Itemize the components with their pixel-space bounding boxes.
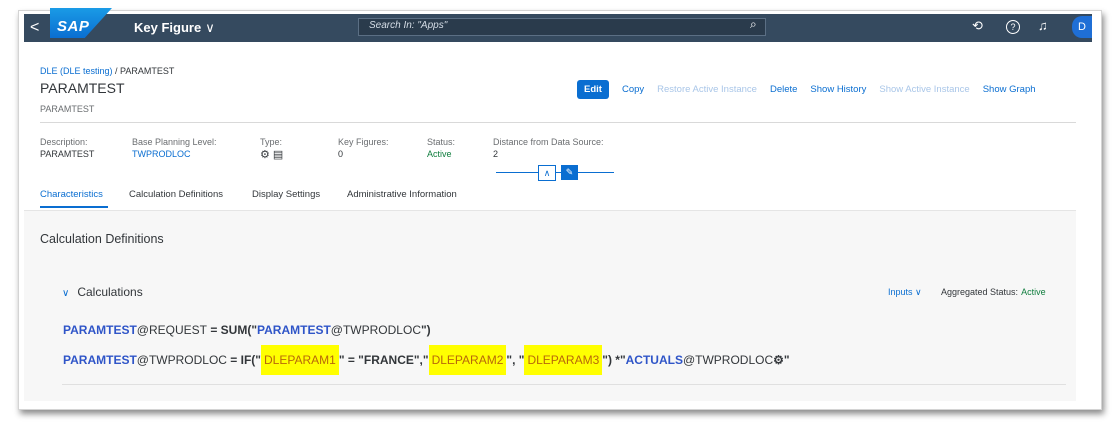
formula-operator: = IF(" [226, 353, 261, 367]
back-icon[interactable]: < [30, 19, 39, 37]
planning-level-label: Base Planning Level: [132, 137, 217, 147]
breadcrumb-current: PARAMTEST [120, 66, 175, 76]
formula-key-figure: ACTUALS [625, 353, 683, 367]
search-icon[interactable]: ⌕ [750, 17, 757, 32]
distance-value: 2 [493, 149, 499, 159]
breadcrumb-separator: / [112, 66, 121, 76]
page-title: PARAMTEST [40, 80, 125, 96]
restore-active-instance-button[interactable]: Restore Active Instance [657, 80, 757, 99]
sap-logo-text: SAP [57, 18, 90, 35]
formula-param-dleparam3: DLEPARAM3 [524, 345, 603, 375]
tab-administrative-information[interactable]: Administrative Information [347, 189, 457, 200]
formula-operator: ", " [506, 353, 525, 367]
formula-level: @TWPRODLOC [330, 323, 421, 337]
breadcrumb: DLE (DLE testing) / PARAMTEST [40, 66, 174, 76]
show-graph-button[interactable]: Show Graph [983, 80, 1036, 99]
app-title-menu[interactable]: Key Figure ∨ [134, 20, 215, 36]
app-title: Key Figure [134, 20, 202, 35]
aggregated-status-value: Active [1021, 287, 1046, 297]
inputs-dropdown[interactable]: Inputs ∨ [888, 287, 922, 298]
formula-end: ") [420, 323, 431, 337]
copy-button[interactable]: Copy [622, 80, 644, 99]
formula-operator: " = "FRANCE"," [338, 353, 429, 367]
avatar[interactable]: D [1072, 16, 1092, 38]
status-label: Status: [427, 137, 456, 147]
sap-logo[interactable]: SAP [50, 8, 112, 38]
calculations-panel-header[interactable]: ∨ Calculations [62, 285, 143, 299]
refresh-icon[interactable]: ⟲ [972, 18, 983, 34]
key-figures-value: 0 [338, 149, 344, 159]
formula-level: @TWPRODLOC [136, 353, 227, 367]
formula-operator: ") *" [602, 353, 626, 367]
distance-label: Distance from Data Source: [493, 137, 604, 147]
header-divider [40, 122, 1076, 123]
tab-display-settings[interactable]: Display Settings [252, 189, 320, 200]
type-label: Type: [260, 137, 283, 147]
help-icon[interactable]: ? [1006, 20, 1020, 34]
calculated-key-figure-icon: ⚙ [773, 353, 784, 367]
formula-level: @REQUEST [136, 323, 207, 337]
chevron-down-icon: ∨ [205, 20, 215, 35]
aggregated-status-label: Aggregated Status: [941, 287, 1019, 297]
formula-key-figure: PARAMTEST [63, 323, 137, 337]
calculations-title: Calculations [77, 285, 143, 299]
shell-bar: < SAP Key Figure ∨ Search In: "Apps" ⌕ ⟲ … [24, 8, 1092, 42]
status-value: Active [427, 149, 452, 159]
search-input[interactable]: Search In: "Apps" [358, 18, 766, 36]
search-placeholder: Search In: "Apps" [369, 20, 448, 31]
edit-button[interactable]: Edit [577, 80, 609, 99]
tab-calculation-definitions[interactable]: Calculation Definitions [129, 189, 223, 200]
notification-bell-icon[interactable]: ♫ [1038, 18, 1048, 33]
panel-divider [62, 384, 1066, 385]
page-subtitle: PARAMTEST [40, 104, 95, 114]
aggregated-status: Aggregated Status: Active [941, 287, 1046, 297]
calculation-formula-1: PARAMTEST@REQUEST = SUM("PARAMTEST@TWPRO… [63, 323, 431, 337]
show-history-button[interactable]: Show History [810, 80, 866, 99]
active-tab-indicator [40, 206, 108, 208]
formula-operator: = SUM(" [206, 323, 258, 337]
description-value: PARAMTEST [40, 149, 95, 159]
formula-key-figure: PARAMTEST [63, 353, 137, 367]
chevron-down-icon[interactable]: ∨ [62, 288, 69, 299]
key-figures-label: Key Figures: [338, 137, 389, 147]
breadcrumb-link[interactable]: DLE (DLE testing) [40, 66, 113, 76]
collapse-header-button[interactable]: ∧ [538, 165, 556, 181]
formula-param-dleparam2: DLEPARAM2 [428, 345, 507, 375]
section-title: Calculation Definitions [40, 232, 164, 246]
formula-param-dleparam1: DLEPARAM1 [261, 345, 339, 375]
delete-button[interactable]: Delete [770, 80, 797, 99]
formula-key-figure: PARAMTEST [257, 323, 331, 337]
formula-end: " [783, 353, 790, 367]
action-toolbar: Edit Copy Restore Active Instance Delete Sho… [577, 80, 1049, 99]
show-active-instance-button[interactable]: Show Active Instance [879, 80, 969, 99]
calculation-formula-2: PARAMTEST@TWPRODLOC = IF(" DLEPARAM1 " = "… [63, 345, 790, 375]
type-icons: ⚙ ▤ [260, 149, 284, 161]
formula-level: @TWPRODLOC [682, 353, 774, 367]
tab-characteristics[interactable]: Characteristics [40, 189, 103, 200]
pin-header-button[interactable]: ✎ [561, 165, 578, 180]
planning-level-link[interactable]: TWPRODLOC [132, 149, 191, 159]
description-label: Description: [40, 137, 88, 147]
